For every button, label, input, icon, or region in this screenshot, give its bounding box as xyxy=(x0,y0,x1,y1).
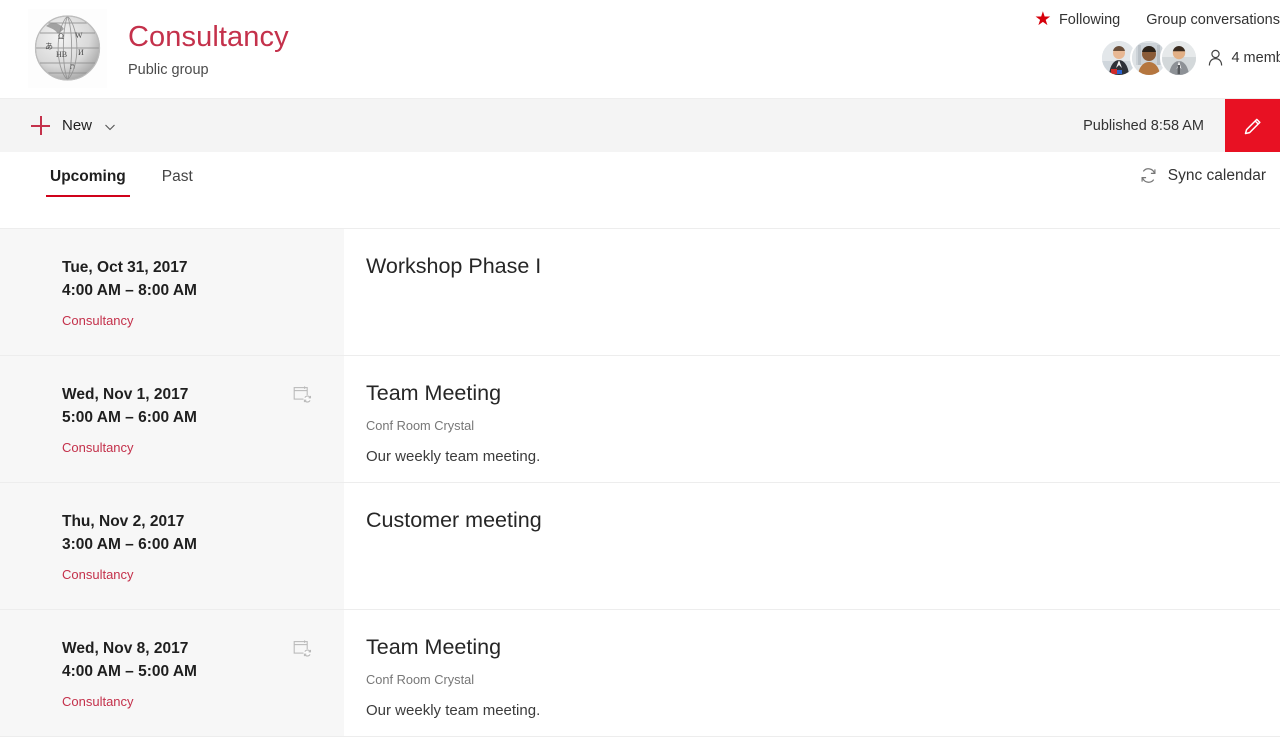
member-count-button[interactable]: 4 members xyxy=(1207,49,1280,67)
events-toolbar: Upcoming Past Sync calendar xyxy=(0,152,1280,228)
event-calendar-name[interactable]: Consultancy xyxy=(62,312,344,330)
event-title[interactable]: Team Meeting xyxy=(366,378,1280,408)
event-calendar-name[interactable]: Consultancy xyxy=(62,693,344,711)
person-icon xyxy=(1207,49,1224,67)
following-label: Following xyxy=(1058,12,1121,28)
event-date-cell: Wed, Nov 8, 2017 4:00 AM – 5:00 AM Consu… xyxy=(0,610,344,736)
table-row[interactable]: Tue, Oct 31, 2017 4:00 AM – 8:00 AM Cons… xyxy=(0,229,1280,356)
edit-page-button[interactable] xyxy=(1225,99,1280,152)
site-brand-text: Consultancy Public group xyxy=(128,9,289,80)
header-bottom-row: 4 members xyxy=(1102,41,1280,75)
member-avatar-3[interactable] xyxy=(1162,41,1197,75)
group-conversations-link[interactable]: Group conversations xyxy=(1146,12,1280,28)
event-location: Conf Room Crystal xyxy=(366,418,475,433)
svg-text:W: W xyxy=(75,31,83,40)
table-row[interactable]: Wed, Nov 1, 2017 5:00 AM – 6:00 AM Consu… xyxy=(0,356,1280,483)
event-detail-cell: Workshop Phase I xyxy=(344,229,1280,355)
tab-upcoming[interactable]: Upcoming xyxy=(46,168,130,197)
tab-past[interactable]: Past xyxy=(160,168,195,197)
header-actions: ★ Following Group conversations 4 memb xyxy=(990,0,1280,98)
event-description: Our weekly team meeting. xyxy=(366,702,541,719)
sync-calendar-label: Sync calendar xyxy=(1167,166,1266,184)
svg-text:НВ: НВ xyxy=(56,50,67,59)
following-button[interactable]: ★ Following xyxy=(1032,9,1122,31)
wikipedia-globe-logo: Ω W НВ И あ ת xyxy=(28,9,107,88)
event-date-cell: Tue, Oct 31, 2017 4:00 AM – 8:00 AM Cons… xyxy=(0,229,344,355)
command-bar-right: Published 8:58 AM xyxy=(1083,99,1280,152)
site-header: Ω W НВ И あ ת Consultancy Public group ★ … xyxy=(0,0,1280,98)
recurring-event-icon xyxy=(293,385,312,404)
svg-text:И: И xyxy=(78,48,84,57)
events-webpart: Upcoming Past Sync calendar Tue, Oct 31,… xyxy=(0,152,1280,737)
sync-calendar-button[interactable]: Sync calendar xyxy=(1139,166,1266,185)
member-facepile[interactable] xyxy=(1102,41,1197,75)
event-date-cell: Thu, Nov 2, 2017 3:00 AM – 6:00 AM Consu… xyxy=(0,483,344,609)
event-time: 4:00 AM – 5:00 AM xyxy=(62,663,197,680)
svg-text:あ: あ xyxy=(45,42,53,51)
site-brand[interactable]: Ω W НВ И あ ת Consultancy Public group xyxy=(28,9,289,88)
event-time: 4:00 AM – 8:00 AM xyxy=(62,282,197,299)
sync-refresh-icon xyxy=(1139,166,1158,185)
event-date: Thu, Nov 2, 2017 xyxy=(62,513,185,530)
table-row[interactable]: Wed, Nov 8, 2017 4:00 AM – 5:00 AM Consu… xyxy=(0,610,1280,737)
star-icon: ★ xyxy=(1034,9,1052,30)
published-status: Published 8:58 AM xyxy=(1083,117,1204,134)
event-location: Conf Room Crystal xyxy=(366,672,475,687)
command-bar: New Published 8:58 AM xyxy=(0,98,1280,152)
member-avatar-2[interactable] xyxy=(1132,41,1167,75)
event-calendar-name[interactable]: Consultancy xyxy=(62,566,344,584)
new-button-label: New xyxy=(62,117,93,134)
member-count-label: 4 members xyxy=(1231,50,1280,66)
svg-text:Ω: Ω xyxy=(58,32,64,41)
recurring-event-icon xyxy=(293,639,312,658)
table-row[interactable]: Thu, Nov 2, 2017 3:00 AM – 6:00 AM Consu… xyxy=(0,483,1280,610)
event-detail-cell: Team Meeting Conf Room Crystal Our weekl… xyxy=(344,610,1280,736)
plus-icon xyxy=(31,116,50,135)
event-description: Our weekly team meeting. xyxy=(366,448,541,465)
page-title: Consultancy xyxy=(128,21,289,53)
event-detail-cell: Customer meeting xyxy=(344,483,1280,609)
svg-text:ת: ת xyxy=(70,62,75,71)
event-date: Tue, Oct 31, 2017 xyxy=(62,259,188,276)
event-calendar-name[interactable]: Consultancy xyxy=(62,439,344,457)
site-subtitle: Public group xyxy=(128,62,209,78)
event-date-cell: Wed, Nov 1, 2017 5:00 AM – 6:00 AM Consu… xyxy=(0,356,344,482)
new-button[interactable]: New xyxy=(31,99,116,152)
events-tabs: Upcoming Past xyxy=(46,168,227,197)
event-list: Tue, Oct 31, 2017 4:00 AM – 8:00 AM Cons… xyxy=(0,228,1280,737)
event-title[interactable]: Customer meeting xyxy=(366,505,1280,535)
event-title[interactable]: Workshop Phase I xyxy=(366,251,1280,281)
member-avatar-1[interactable] xyxy=(1102,41,1137,75)
event-detail-cell: Team Meeting Conf Room Crystal Our weekl… xyxy=(344,356,1280,482)
header-top-row: ★ Following Group conversations xyxy=(1032,9,1280,31)
pencil-icon xyxy=(1244,118,1261,134)
event-time: 5:00 AM – 6:00 AM xyxy=(62,409,197,426)
chevron-down-icon[interactable] xyxy=(104,120,116,132)
event-time: 3:00 AM – 6:00 AM xyxy=(62,536,197,553)
event-title[interactable]: Team Meeting xyxy=(366,632,1280,662)
